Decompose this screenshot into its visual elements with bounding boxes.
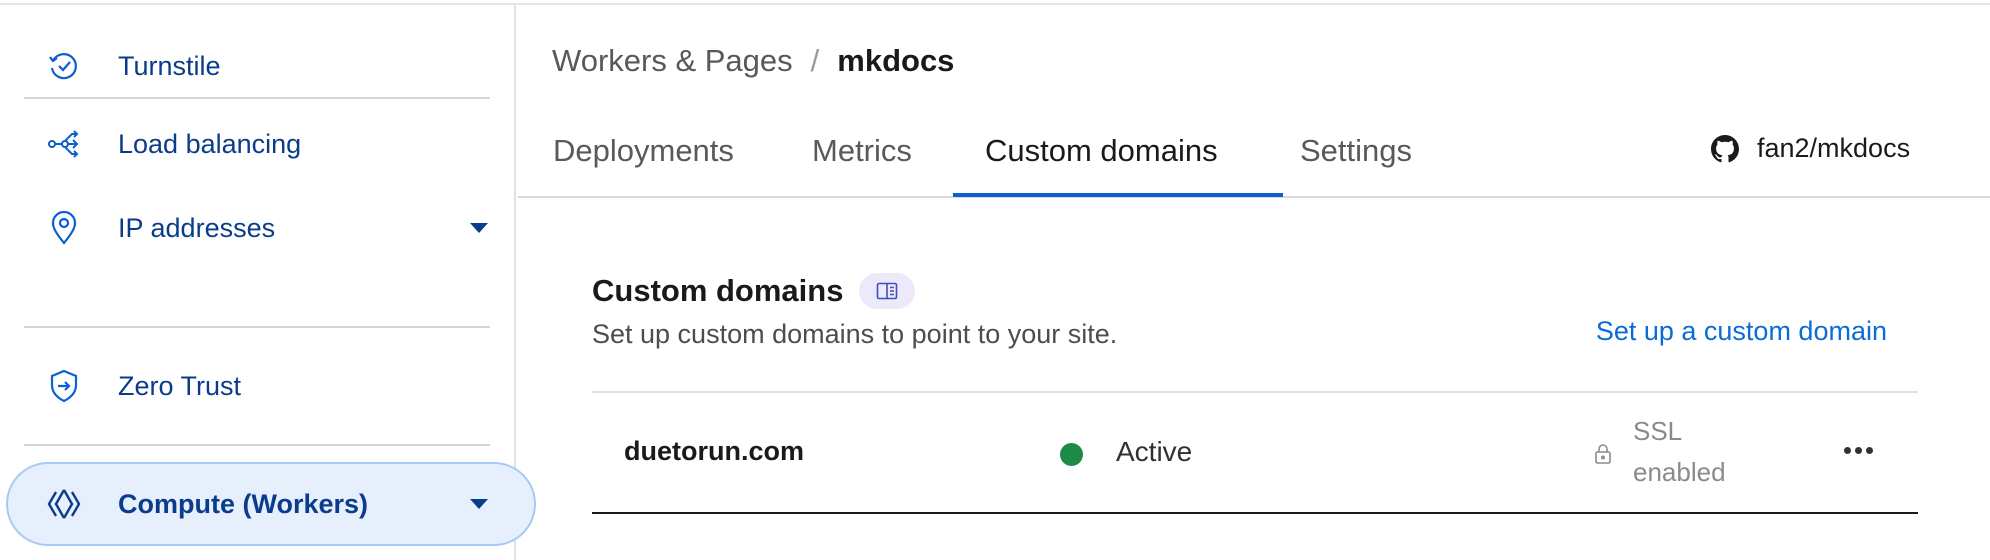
tab-deployments[interactable]: Deployments xyxy=(553,133,734,169)
breadcrumb-current: mkdocs xyxy=(837,43,955,78)
more-actions-icon[interactable] xyxy=(1838,435,1878,465)
table-row[interactable]: duetorun.com Active SSL enabled xyxy=(592,393,1918,514)
section-title: Custom domains xyxy=(592,273,844,308)
ssl-label: SSL xyxy=(1633,416,1683,446)
sidebar: Turnstile Load balancing IP addresses Ze… xyxy=(0,5,536,560)
repo-link[interactable]: fan2/mkdocs xyxy=(1711,133,1910,164)
sidebar-divider xyxy=(24,326,490,328)
breadcrumb-separator: / xyxy=(810,43,820,78)
tab-settings[interactable]: Settings xyxy=(1300,133,1412,169)
sidebar-item-label: Zero Trust xyxy=(118,370,242,401)
active-tab-indicator xyxy=(953,193,1283,197)
domain-name[interactable]: duetorun.com xyxy=(624,436,804,467)
ssl-state: enabled xyxy=(1633,457,1726,487)
turnstile-icon xyxy=(44,46,84,86)
breadcrumb: Workers & Pages / mkdocs xyxy=(552,43,954,79)
shield-icon xyxy=(44,366,84,406)
load-balancing-icon xyxy=(44,124,84,164)
repo-name: fan2/mkdocs xyxy=(1757,133,1911,163)
status-dot xyxy=(1060,443,1083,466)
docs-book-icon[interactable] xyxy=(859,273,916,309)
sidebar-item-label: IP addresses xyxy=(118,212,276,243)
sidebar-item-label: Turnstile xyxy=(118,50,221,81)
workers-icon xyxy=(44,484,84,524)
section-subtitle: Set up custom domains to point to your s… xyxy=(592,319,1118,349)
breadcrumb-parent[interactable]: Workers & Pages xyxy=(552,43,793,79)
main-content: Workers & Pages / mkdocs Deployments Met… xyxy=(518,5,1990,560)
sidebar-item-label: Load balancing xyxy=(118,128,302,159)
lock-icon xyxy=(1594,443,1612,470)
ssl-status: SSL enabled xyxy=(1633,411,1726,493)
sidebar-item-label: Compute (Workers) xyxy=(118,488,369,519)
custom-domains-section: Custom domains Set up custom domains to … xyxy=(592,198,1918,560)
status-badge: Active xyxy=(1116,436,1193,467)
tab-bar: Deployments Metrics Custom domains Setti… xyxy=(518,105,1990,198)
chevron-down-icon[interactable] xyxy=(470,499,488,509)
sidebar-divider xyxy=(24,444,490,446)
sidebar-divider xyxy=(24,97,490,99)
location-pin-icon xyxy=(44,208,84,248)
tab-custom-domains[interactable]: Custom domains xyxy=(985,133,1218,169)
tab-metrics[interactable]: Metrics xyxy=(812,133,912,169)
github-icon xyxy=(1711,134,1739,162)
section-header: Custom domains xyxy=(592,273,916,309)
setup-custom-domain-link[interactable]: Set up a custom domain xyxy=(1596,316,1887,347)
chevron-down-icon[interactable] xyxy=(470,223,488,233)
